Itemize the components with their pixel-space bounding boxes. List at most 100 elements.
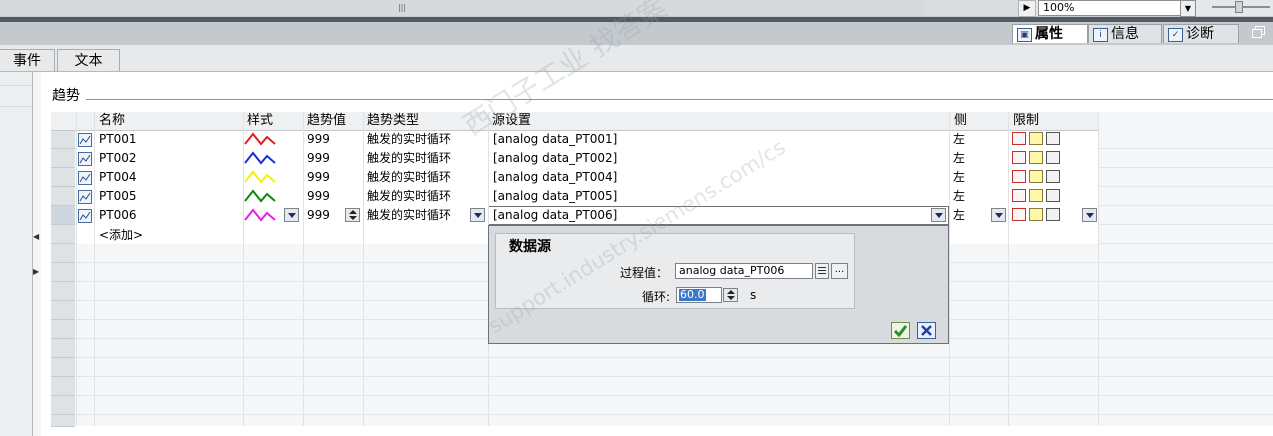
properties-icon: ▣ [1017,28,1032,42]
trend-style-swatch[interactable] [244,170,276,184]
trend-source[interactable]: [analog data_PT001] [493,130,617,148]
tab-info[interactable]: i 信息 [1088,24,1162,43]
trend-type[interactable]: 触发的实时循环 [367,149,451,167]
cancel-button[interactable] [917,322,936,339]
scrollbar-track [924,0,1018,16]
trend-style-swatch[interactable] [244,151,276,165]
trend-limits[interactable] [1012,151,1072,165]
horizontal-scrollbar[interactable] [0,0,925,16]
add-trend-row[interactable]: <添加> [99,226,143,244]
header-trend-type[interactable]: 趋势类型 [363,112,419,130]
trend-row-icon [78,133,92,147]
limit-settings-icon[interactable] [1046,132,1060,145]
header-side[interactable]: 侧 [950,112,967,130]
trend-style-swatch[interactable] [244,189,276,203]
header-limits[interactable]: 限制 [1009,112,1039,130]
header-trend-value[interactable]: 趋势值 [303,112,346,130]
confirm-button[interactable] [891,322,910,339]
browse-button[interactable]: ... [831,263,848,279]
trend-source[interactable]: [analog data_PT006] [493,206,617,224]
trend-value[interactable]: 999 [307,149,330,167]
trend-type[interactable]: 触发的实时循环 [367,168,451,186]
tab-properties[interactable]: ▣ 属性 [1012,24,1088,43]
trend-side[interactable]: 左 [953,149,965,167]
trend-type[interactable]: 触发的实时循环 [367,206,451,224]
trend-row-icon [78,171,92,185]
limits-dropdown-button[interactable] [1082,208,1097,222]
side-dropdown-button[interactable] [991,208,1006,222]
trend-value-spinner[interactable] [345,208,360,222]
trend-name[interactable]: PT004 [99,168,136,186]
trend-limits[interactable] [1012,208,1072,222]
section-divider [86,99,1273,100]
tab-properties-label: 属性 [1035,26,1063,42]
property-tab-bar [0,45,1273,72]
limit-settings-icon[interactable] [1046,208,1060,221]
lower-limit-icon[interactable] [1029,189,1043,202]
trend-limits[interactable] [1012,132,1072,146]
trend-type[interactable]: 触发的实时循环 [367,187,451,205]
zoom-slider-thumb[interactable] [1235,1,1243,13]
scrollbar-grip-icon[interactable]: ||| [396,2,408,13]
diagnostics-icon: ✓ [1168,28,1183,42]
upper-limit-icon[interactable] [1012,208,1026,221]
zoom-dropdown-button[interactable]: ▼ [1180,0,1196,17]
upper-limit-icon[interactable] [1012,132,1026,145]
zoom-level-field[interactable]: 100% [1038,0,1184,16]
trend-value[interactable]: 999 [307,206,330,224]
trend-name[interactable]: PT006 [99,206,136,224]
lower-limit-icon[interactable] [1029,132,1043,145]
lower-limit-icon[interactable] [1029,151,1043,164]
trend-side[interactable]: 左 [953,168,965,186]
tab-info-label: 信息 [1111,26,1139,42]
trend-value[interactable]: 999 [307,168,330,186]
source-dropdown-button[interactable] [931,208,946,222]
trend-row-icon [78,209,92,223]
trend-source[interactable]: [analog data_PT004] [493,168,617,186]
trend-name[interactable]: PT002 [99,149,136,167]
upper-limit-icon[interactable] [1012,189,1026,202]
trend-limits[interactable] [1012,170,1072,184]
lower-limit-icon[interactable] [1029,208,1043,221]
limit-settings-icon[interactable] [1046,189,1060,202]
trend-row-icon [78,190,92,204]
trend-value[interactable]: 999 [307,130,330,148]
cycle-input[interactable]: 60.0 [676,287,722,303]
trend-style-swatch[interactable] [244,208,276,222]
style-dropdown-button[interactable] [284,208,299,222]
section-title: 趋势 [52,88,80,104]
restore-window-icon[interactable] [1252,26,1265,38]
left-navigation-panel [0,72,32,436]
trend-name[interactable]: PT001 [99,130,136,148]
trend-source[interactable]: [analog data_PT002] [493,149,617,167]
lower-limit-icon[interactable] [1029,170,1043,183]
trend-style-swatch[interactable] [244,132,276,146]
tab-texts[interactable]: 文本 [57,49,120,71]
limit-settings-icon[interactable] [1046,170,1060,183]
trend-side[interactable]: 左 [953,187,965,205]
header-style[interactable]: 样式 [243,112,273,130]
trend-name[interactable]: PT005 [99,187,136,205]
trend-side[interactable]: 左 [953,206,965,224]
trend-value[interactable]: 999 [307,187,330,205]
trend-type-dropdown-button[interactable] [470,208,485,222]
expand-right-arrow-icon[interactable]: ▶ [33,267,39,277]
tab-diagnostics-label: 诊断 [1186,26,1214,42]
tab-diagnostics[interactable]: ✓ 诊断 [1163,24,1239,43]
tag-list-icon[interactable] [815,263,829,279]
collapse-left-arrow-icon[interactable]: ◀ [33,232,39,242]
upper-limit-icon[interactable] [1012,170,1026,183]
limit-settings-icon[interactable] [1046,151,1060,164]
trend-source[interactable]: [analog data_PT005] [493,187,617,205]
cycle-spinner[interactable] [723,288,738,302]
tab-events[interactable]: 事件 [0,49,55,71]
trend-side[interactable]: 左 [953,130,965,148]
upper-limit-icon[interactable] [1012,151,1026,164]
trend-row-icon [78,152,92,166]
process-value-input[interactable]: analog data_PT006 [675,263,813,279]
scroll-right-arrow-icon[interactable]: ▶ [1018,0,1036,17]
trend-type[interactable]: 触发的实时循环 [367,130,451,148]
trend-limits[interactable] [1012,189,1072,203]
cycle-unit: s [750,288,757,302]
header-name[interactable]: 名称 [95,112,125,130]
